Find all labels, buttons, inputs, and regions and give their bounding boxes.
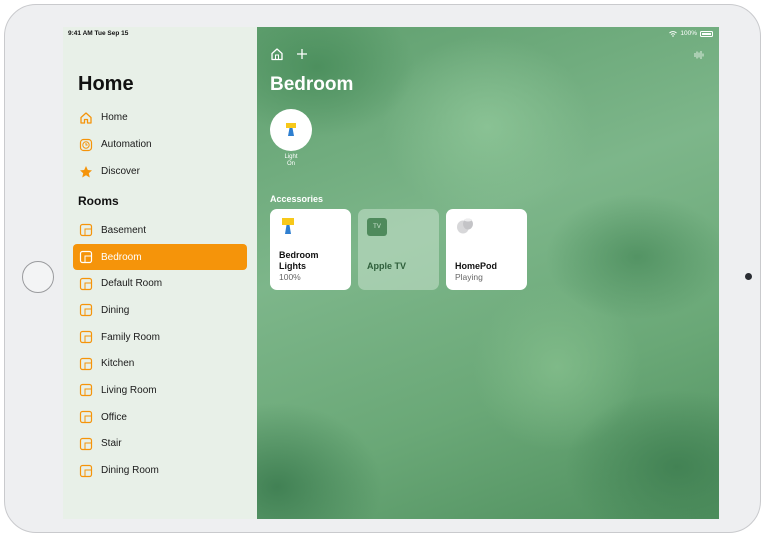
room-icon — [79, 303, 93, 317]
status-bar: 9:41 AM Tue Sep 15 100% — [63, 27, 719, 41]
room-icon — [79, 223, 93, 237]
room-item-label: Dining Room — [101, 465, 159, 477]
nav-item-label: Automation — [101, 139, 152, 150]
room-item-stair[interactable]: Stair — [73, 431, 247, 458]
room-icon — [79, 437, 93, 451]
room-item-label: Stair — [101, 438, 122, 450]
front-camera — [745, 273, 752, 280]
room-icon — [79, 410, 93, 424]
rooms-list: Basement Bedroom Default Room Dining Family … — [73, 217, 247, 484]
room-item-label: Dining — [101, 304, 130, 316]
accessory-tile-bedroom-lights[interactable]: Bedroom Lights 100% — [270, 209, 351, 290]
accessory-status: 100% — [279, 272, 301, 282]
room-item-label: Office — [101, 411, 127, 423]
room-item-kitchen[interactable]: Kitchen — [73, 350, 247, 377]
accessory-tiles: Bedroom Lights 100% TV Apple TV HomePod … — [270, 209, 527, 290]
apple-tv-icon: TV — [367, 218, 387, 236]
top-toolbar — [270, 47, 309, 61]
room-item-family-room[interactable]: Family Room — [73, 324, 247, 351]
room-item-label: Kitchen — [101, 358, 135, 370]
accessory-name: Apple TV — [367, 261, 407, 271]
room-item-label: Family Room — [101, 331, 160, 343]
accessory-name: HomePod Playing — [455, 261, 498, 282]
accessory-name: Bedroom Lights 100% — [279, 250, 331, 283]
room-item-office[interactable]: Office — [73, 404, 247, 431]
screen: Home Home Automation Discover Rooms Base… — [63, 27, 719, 519]
clock-icon — [79, 138, 93, 152]
room-icon — [79, 250, 93, 264]
add-icon[interactable] — [295, 47, 309, 61]
accessory-status: Playing — [455, 272, 483, 282]
scene-light-on[interactable]: Light On — [270, 109, 312, 168]
room-item-dining[interactable]: Dining — [73, 297, 247, 324]
home-button[interactable] — [22, 261, 54, 293]
room-icon — [79, 357, 93, 371]
status-right: 100% — [669, 30, 713, 37]
room-item-default-room[interactable]: Default Room — [73, 270, 247, 297]
rooms-section-title: Rooms — [78, 194, 119, 208]
room-item-dining-room[interactable]: Dining Room — [73, 457, 247, 484]
room-item-label: Basement — [101, 224, 147, 236]
battery-icon — [700, 30, 713, 37]
nav-item-label: Home — [101, 112, 128, 123]
scene-label: Light On — [284, 154, 298, 167]
voice-control-icon[interactable] — [693, 48, 705, 60]
accessory-tile-apple-tv[interactable]: TV Apple TV — [358, 209, 439, 290]
lamp-icon — [286, 123, 296, 136]
room-item-label: Living Room — [101, 384, 157, 396]
room-icon — [79, 464, 93, 478]
sidebar: Home Home Automation Discover Rooms Base… — [63, 27, 257, 519]
wifi-icon — [669, 30, 678, 37]
nav-item-home[interactable]: Home — [73, 104, 247, 131]
house-icon — [79, 111, 93, 125]
room-icon — [79, 277, 93, 291]
page-title: Bedroom — [270, 74, 354, 95]
home-settings-icon[interactable] — [270, 47, 284, 61]
nav-item-discover[interactable]: Discover — [73, 158, 247, 185]
room-item-basement[interactable]: Basement — [73, 217, 247, 244]
room-item-label: Default Room — [101, 278, 163, 290]
scene-button[interactable] — [270, 109, 312, 151]
battery-percent: 100% — [680, 30, 697, 37]
main-content: Bedroom Light On Accessories Bedroom Lig… — [257, 27, 719, 519]
lamp-icon — [282, 218, 294, 234]
homepod-icon — [457, 218, 473, 234]
room-item-label: Bedroom — [101, 251, 142, 263]
room-icon — [79, 383, 93, 397]
room-item-bedroom[interactable]: Bedroom — [73, 243, 247, 271]
nav-list: Home Automation Discover — [73, 104, 247, 185]
room-item-living-room[interactable]: Living Room — [73, 377, 247, 404]
status-time: 9:41 AM Tue Sep 15 — [68, 30, 129, 37]
accessory-tile-homepod[interactable]: HomePod Playing — [446, 209, 527, 290]
star-icon — [79, 165, 93, 179]
nav-item-automation[interactable]: Automation — [73, 131, 247, 158]
room-icon — [79, 330, 93, 344]
sidebar-title: Home — [78, 73, 134, 95]
accessories-section-title: Accessories — [270, 194, 324, 204]
nav-item-label: Discover — [101, 166, 140, 177]
